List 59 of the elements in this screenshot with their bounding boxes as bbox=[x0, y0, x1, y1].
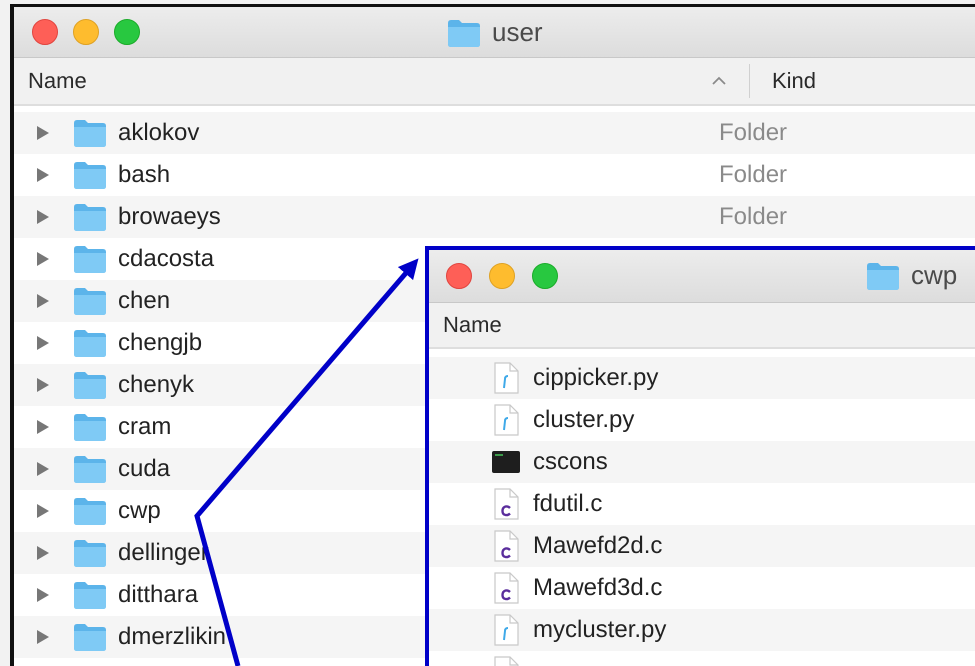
kind-text: Folder bbox=[719, 203, 788, 231]
disclosure-triangle-icon[interactable] bbox=[36, 377, 50, 393]
folder-icon bbox=[72, 454, 108, 484]
folder-icon bbox=[72, 538, 108, 568]
disclosure-triangle-icon[interactable] bbox=[36, 293, 50, 309]
window-title: cwp bbox=[911, 260, 958, 291]
folder-icon bbox=[72, 328, 108, 358]
file-name: chen bbox=[118, 287, 170, 314]
folder-icon bbox=[72, 202, 108, 232]
file-name: aklokov bbox=[118, 119, 200, 146]
disclosure-triangle-icon[interactable] bbox=[36, 503, 50, 519]
file-name: Mawefd2d.c bbox=[533, 532, 662, 560]
folder-icon bbox=[72, 622, 108, 652]
zoom-button[interactable] bbox=[114, 19, 140, 45]
kind-text: Folder bbox=[719, 119, 788, 147]
folder-icon bbox=[865, 260, 901, 290]
disclosure-triangle-icon[interactable] bbox=[36, 335, 50, 351]
disclosure-triangle-icon[interactable] bbox=[36, 461, 50, 477]
file-name: cscons bbox=[533, 448, 608, 476]
zoom-button[interactable] bbox=[532, 263, 558, 289]
file-name: Mawefd3d.c bbox=[533, 574, 662, 602]
disclosure-triangle-icon[interactable] bbox=[36, 251, 50, 267]
disclosure-triangle-icon[interactable] bbox=[36, 629, 50, 645]
folder-icon bbox=[72, 160, 108, 190]
folder-icon bbox=[72, 370, 108, 400]
folder-icon bbox=[72, 496, 108, 526]
folder-icon bbox=[72, 580, 108, 610]
folder-icon bbox=[72, 118, 108, 148]
disclosure-triangle-icon[interactable] bbox=[36, 125, 50, 141]
file-name: ditthara bbox=[118, 581, 198, 608]
file-name: cram bbox=[118, 413, 172, 440]
column-header[interactable]: Name bbox=[429, 312, 502, 338]
folder-icon bbox=[72, 286, 108, 316]
disclosure-triangle-icon[interactable] bbox=[36, 167, 50, 183]
disclosure-triangle-icon[interactable] bbox=[36, 587, 50, 603]
disclosure-triangle-icon[interactable] bbox=[36, 209, 50, 225]
file-name: cippicker.py bbox=[533, 364, 658, 392]
file-name: cluster.py bbox=[533, 406, 634, 434]
kind-text: Folder bbox=[719, 161, 788, 189]
file-name: bash bbox=[118, 161, 170, 188]
file-name: fdutil.c bbox=[533, 490, 602, 518]
file-name: mycluster.py bbox=[533, 616, 666, 644]
folder-icon bbox=[72, 244, 108, 274]
file-name: chenyk bbox=[118, 371, 194, 398]
file-name: cuda bbox=[118, 455, 170, 482]
disclosure-triangle-icon[interactable] bbox=[36, 419, 50, 435]
column-header[interactable]: Name bbox=[14, 68, 708, 94]
file-name: chengjb bbox=[118, 329, 202, 356]
close-button[interactable] bbox=[32, 19, 58, 45]
file-name: dmerzlikin bbox=[118, 623, 226, 650]
window-title: user bbox=[492, 17, 543, 48]
folder-icon bbox=[72, 412, 108, 442]
disclosure-triangle-icon[interactable] bbox=[36, 545, 50, 561]
file-name: browaeys bbox=[118, 203, 221, 230]
folder-icon bbox=[446, 18, 482, 48]
file-name: cwp bbox=[118, 497, 161, 524]
file-name: cdacosta bbox=[118, 245, 214, 272]
column-header[interactable]: Kind bbox=[750, 68, 816, 94]
close-button[interactable] bbox=[446, 263, 472, 289]
